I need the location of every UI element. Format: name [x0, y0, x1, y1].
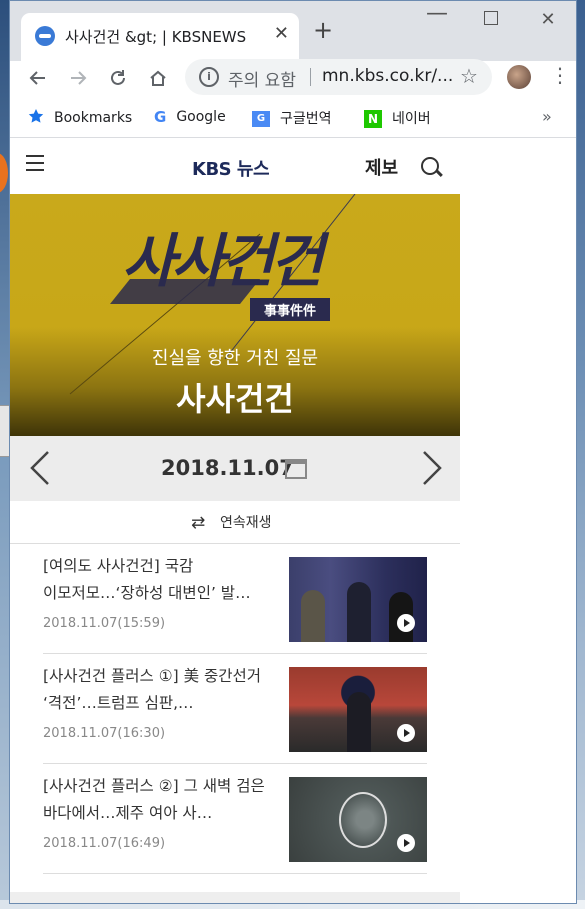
google-icon: G [154, 108, 167, 126]
tab-close-icon[interactable]: ✕ [274, 23, 289, 44]
news-date: 2018.11.07(15:59) [43, 616, 166, 631]
bookmark-item-translate[interactable]: G 구글번역 [252, 108, 332, 128]
title-bar: 사사건건 &gt; | KBSNEWS ✕ + — ✕ [10, 1, 576, 61]
naver-icon: N [364, 110, 382, 128]
report-button[interactable]: 제보 [365, 154, 398, 180]
translate-icon: G [252, 111, 270, 127]
bookmark-label: 구글번역 [280, 111, 332, 127]
web-page: KBS 뉴스 제보 사사건건 事事件件 진실을 향한 거친 질문 사사건건 20… [10, 139, 460, 903]
new-tab-button[interactable]: + [313, 18, 333, 42]
news-thumbnail[interactable] [289, 777, 427, 862]
maximize-button[interactable] [476, 9, 506, 30]
bookmark-label: 네이버 [392, 111, 431, 127]
forward-arrow-icon[interactable] [64, 67, 92, 95]
play-icon[interactable] [397, 724, 415, 742]
prev-date-chevron-icon[interactable] [26, 449, 56, 487]
program-subtitle: 진실을 향한 거친 질문 [151, 348, 319, 369]
next-date-chevron-icon[interactable] [416, 449, 446, 487]
tab-title: 사사건건 &gt; | KBSNEWS [65, 28, 247, 46]
list-item[interactable]: [사사건건 플러스 ①] 美 중간선거 ‘격전’…트럼프 심판,… 2018.1… [43, 654, 427, 764]
back-arrow-icon[interactable] [24, 67, 52, 95]
kbs-news-logo[interactable]: KBS 뉴스 [192, 155, 270, 181]
date-navigator: 2018.11.07 [10, 436, 460, 501]
address-bar[interactable]: i 주의 요함 mn.kbs.co.kr/... ☆ [185, 59, 492, 95]
search-icon[interactable] [421, 157, 439, 175]
address-separator [310, 68, 311, 86]
repeat-icon: ⇄ [191, 513, 206, 533]
browser-window: 사사건건 &gt; | KBSNEWS ✕ + — ✕ i 주의 요함 mn.k… [9, 0, 577, 904]
bookmark-item-naver[interactable]: N 네이버 [364, 108, 431, 128]
current-date: 2018.11.07 [161, 456, 294, 480]
bookmark-star-icon[interactable]: ☆ [460, 64, 478, 88]
profile-avatar[interactable] [507, 65, 531, 89]
security-warning-label: 주의 요함 [228, 71, 296, 91]
list-item[interactable]: [사사건건 플러스 ②] 그 새벽 검은 바다에서…제주 여아 사… 2018.… [43, 764, 427, 874]
kbs-favicon-icon [35, 26, 55, 46]
page-side-blank [460, 139, 576, 903]
news-list: [여의도 사사건건] 국감 이모저모…‘장하성 대변인’ 발… 2018.11.… [10, 544, 460, 874]
program-title: 사사건건 [176, 380, 294, 418]
program-logo-hanja: 事事件件 [250, 298, 331, 321]
bookmark-item-bookmarks[interactable]: Bookmarks [28, 108, 132, 128]
maximize-icon [484, 11, 498, 25]
list-item[interactable]: [여의도 사사건건] 국감 이모저모…‘장하성 대변인’ 발… 2018.11.… [43, 544, 427, 654]
bookmark-label: Bookmarks [54, 110, 133, 126]
hamburger-menu-icon[interactable] [26, 155, 44, 176]
program-banner: 사사건건 事事件件 진실을 향한 거친 질문 사사건건 [10, 194, 460, 436]
home-icon[interactable] [144, 67, 172, 95]
page-footer-strip [10, 892, 460, 903]
highlight-circle [339, 792, 387, 848]
play-icon[interactable] [397, 834, 415, 852]
calendar-icon[interactable] [285, 459, 307, 479]
news-date: 2018.11.07(16:30) [43, 726, 166, 741]
thumbnail-figure [347, 582, 371, 642]
bookmarks-bar: Bookmarks G Google G 구글번역 N 네이버 » [10, 101, 576, 138]
reload-icon[interactable] [104, 67, 132, 95]
play-icon[interactable] [397, 614, 415, 632]
autoplay-label: 연속재생 [220, 515, 272, 531]
news-date: 2018.11.07(16:49) [43, 836, 166, 851]
bookmark-label: Google [176, 109, 226, 125]
program-logo-text: 사사건건 [122, 227, 323, 295]
minimize-button[interactable]: — [422, 1, 452, 26]
news-thumbnail[interactable] [289, 557, 427, 642]
star-icon [28, 108, 44, 128]
news-thumbnail[interactable] [289, 667, 427, 752]
news-title[interactable]: [여의도 사사건건] 국감 이모저모…‘장하성 대변인’ 발… [43, 553, 279, 607]
thumbnail-figure [347, 692, 371, 752]
news-title[interactable]: [사사건건 플러스 ①] 美 중간선거 ‘격전’…트럼프 심판,… [43, 663, 279, 717]
browser-menu-icon[interactable]: ⋮ [550, 63, 570, 87]
site-header: KBS 뉴스 제보 [10, 139, 460, 195]
browser-tab[interactable]: 사사건건 &gt; | KBSNEWS ✕ [21, 13, 299, 61]
window-close-button[interactable]: ✕ [533, 9, 563, 30]
url-text[interactable]: mn.kbs.co.kr/... [322, 66, 453, 86]
bookmark-item-google[interactable]: G Google [154, 108, 226, 126]
bookmarks-more-button[interactable]: » [542, 107, 552, 126]
news-title[interactable]: [사사건건 플러스 ②] 그 새벽 검은 바다에서…제주 여아 사… [43, 773, 279, 827]
autoplay-toggle[interactable]: ⇄ 연속재생 [10, 501, 460, 544]
thumbnail-figure [301, 590, 325, 642]
info-icon[interactable]: i [199, 67, 219, 87]
